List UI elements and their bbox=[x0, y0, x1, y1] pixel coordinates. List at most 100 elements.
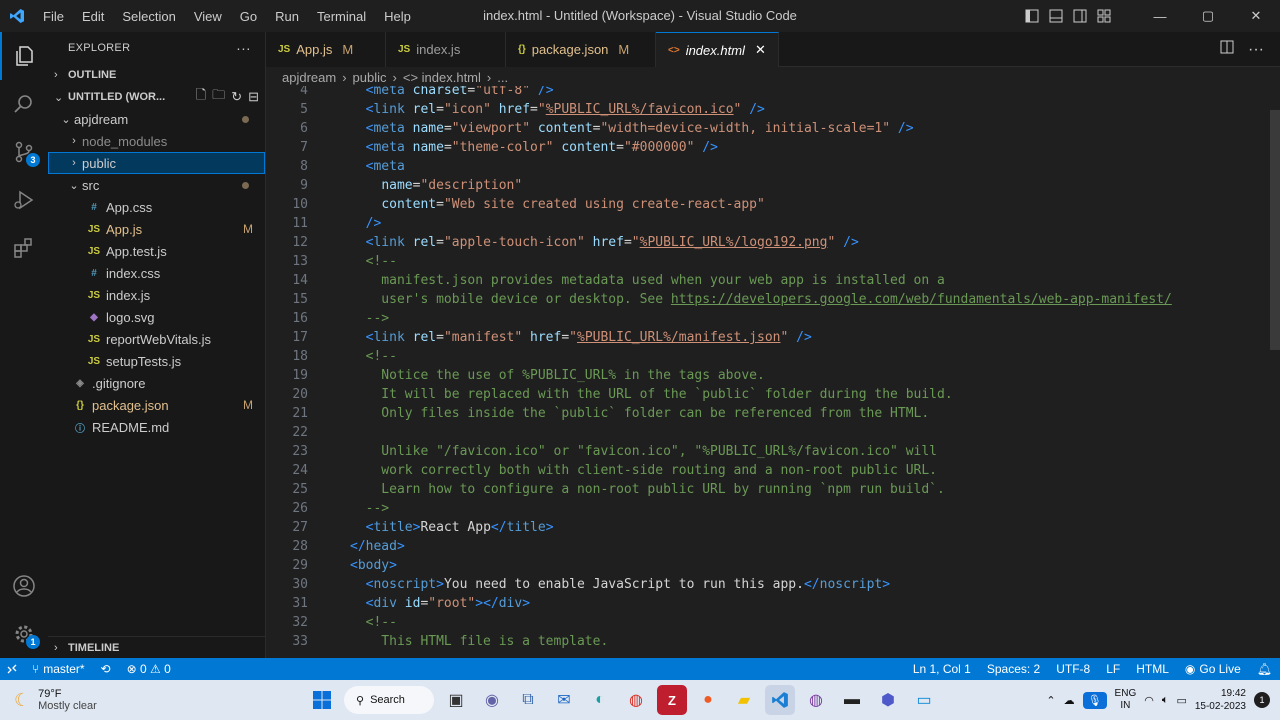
tab-package-json[interactable]: {} package.json M bbox=[506, 32, 656, 67]
timeline-section[interactable]: › TIMELINE bbox=[48, 636, 265, 658]
code-line[interactable]: 18 <!-- bbox=[266, 347, 1266, 366]
microphone-icon[interactable]: 🎙︎ bbox=[1082, 691, 1107, 709]
file-item[interactable]: JS App.js M bbox=[48, 218, 265, 240]
new-folder-icon[interactable]: 🗀 bbox=[212, 86, 225, 108]
code-line[interactable]: 20 It will be replaced with the URL of t… bbox=[266, 385, 1266, 404]
problems-indicator[interactable]: ⊗ 0 ⚠ 0 bbox=[119, 658, 179, 680]
code-line[interactable]: 11 /> bbox=[266, 214, 1266, 233]
vscode-taskbar-icon[interactable] bbox=[765, 685, 795, 715]
sticky-notes-icon[interactable]: ▰ bbox=[729, 685, 759, 715]
editor-scrollbar[interactable] bbox=[1270, 110, 1280, 350]
code-line[interactable]: 21 Only files inside the `public` folder… bbox=[266, 404, 1266, 423]
code-line[interactable]: 8 <meta bbox=[266, 157, 1266, 176]
volume-icon[interactable]: 🔈︎ bbox=[1162, 694, 1169, 707]
toggle-primary-sidebar-icon[interactable] bbox=[1020, 0, 1044, 32]
filezilla-icon[interactable]: Z bbox=[657, 685, 687, 715]
outline-section[interactable]: › OUTLINE bbox=[48, 64, 265, 86]
clock[interactable]: 19:42 15-02-2023 bbox=[1195, 687, 1246, 713]
file-item[interactable]: # App.css bbox=[48, 196, 265, 218]
go-live-button[interactable]: ◉ Go Live bbox=[1177, 658, 1249, 680]
more-editor-actions-icon[interactable]: ··· bbox=[1248, 41, 1264, 59]
notifications-bell-icon[interactable]: 🔔︎ bbox=[1249, 658, 1280, 680]
code-line[interactable]: 14 manifest.json provides metadata used … bbox=[266, 271, 1266, 290]
code-line[interactable]: 4 <meta charset="utf-8" /> bbox=[266, 86, 1266, 100]
menu-selection[interactable]: Selection bbox=[113, 9, 184, 24]
code-line[interactable]: 13 <!-- bbox=[266, 252, 1266, 271]
folder-item[interactable]: ⌄ apjdream bbox=[48, 108, 265, 130]
code-line[interactable]: 6 <meta name="viewport" content="width=d… bbox=[266, 119, 1266, 138]
code-line[interactable]: 19 Notice the use of %PUBLIC_URL% in the… bbox=[266, 366, 1266, 385]
code-line[interactable]: 25 Learn how to configure a non-root pub… bbox=[266, 480, 1266, 499]
close-window-button[interactable]: ✕ bbox=[1232, 0, 1280, 32]
weather-widget[interactable]: ☾ 79°F Mostly clear bbox=[0, 688, 200, 712]
chrome-profile-icon[interactable]: ◍ bbox=[801, 685, 831, 715]
tab-index-js[interactable]: JS index.js bbox=[386, 32, 506, 67]
breadcrumb-item[interactable]: apjdream bbox=[282, 70, 336, 85]
code-line[interactable]: 30 <noscript>You need to enable JavaScri… bbox=[266, 575, 1266, 594]
maximize-button[interactable]: ▢ bbox=[1184, 0, 1232, 32]
wifi-icon[interactable]: ◠ bbox=[1144, 694, 1154, 707]
file-item[interactable]: JS reportWebVitals.js bbox=[48, 328, 265, 350]
minimize-button[interactable]: — bbox=[1136, 0, 1184, 32]
chrome-icon[interactable]: ◍ bbox=[621, 685, 651, 715]
end-of-line[interactable]: LF bbox=[1098, 658, 1128, 680]
folder-item[interactable]: › node_modules bbox=[48, 130, 265, 152]
folder-item[interactable]: › public bbox=[48, 152, 265, 174]
manage-gear-icon[interactable]: 1 bbox=[0, 610, 48, 658]
code-line[interactable]: 9 name="description" bbox=[266, 176, 1266, 195]
source-control-icon[interactable]: 3 bbox=[0, 128, 48, 176]
teams-chat-icon[interactable]: ◉ bbox=[477, 685, 507, 715]
tab-app-js[interactable]: JS App.js M bbox=[266, 32, 386, 67]
code-line[interactable]: 32 <!-- bbox=[266, 613, 1266, 632]
cursor-position[interactable]: Ln 1, Col 1 bbox=[905, 658, 979, 680]
code-line[interactable]: 10 content="Web site created using creat… bbox=[266, 195, 1266, 214]
code-line[interactable]: 28 </head> bbox=[266, 537, 1266, 556]
file-item[interactable]: JS App.test.js bbox=[48, 240, 265, 262]
indentation[interactable]: Spaces: 2 bbox=[979, 658, 1048, 680]
terminal-icon[interactable]: ▬ bbox=[837, 685, 867, 715]
close-tab-icon[interactable]: ✕ bbox=[755, 42, 766, 58]
show-hidden-icons[interactable]: ⌃ bbox=[1046, 694, 1055, 707]
code-line[interactable]: 23 Unlike "/favicon.ico" or "favicon.ico… bbox=[266, 442, 1266, 461]
code-line[interactable]: 31 <div id="root"></div> bbox=[266, 594, 1266, 613]
run-debug-icon[interactable] bbox=[0, 176, 48, 224]
code-line[interactable]: 26 --> bbox=[266, 499, 1266, 518]
menu-run[interactable]: Run bbox=[266, 9, 308, 24]
search-icon[interactable] bbox=[0, 80, 48, 128]
language-mode[interactable]: HTML bbox=[1128, 658, 1177, 680]
toggle-panel-icon[interactable] bbox=[1044, 0, 1068, 32]
task-view-icon[interactable]: ▣ bbox=[441, 685, 471, 715]
notification-center-icon[interactable]: 1 bbox=[1254, 692, 1270, 708]
file-item[interactable]: {} package.json M bbox=[48, 394, 265, 416]
customize-layout-icon[interactable] bbox=[1092, 0, 1116, 32]
code-line[interactable]: 15 user's mobile device or desktop. See … bbox=[266, 290, 1266, 309]
breadcrumb-item[interactable]: public bbox=[353, 70, 387, 85]
toggle-secondary-sidebar-icon[interactable] bbox=[1068, 0, 1092, 32]
onedrive-icon[interactable]: ☁ bbox=[1064, 694, 1075, 707]
menu-view[interactable]: View bbox=[185, 9, 231, 24]
menu-edit[interactable]: Edit bbox=[73, 9, 113, 24]
split-editor-icon[interactable] bbox=[1220, 40, 1234, 59]
code-line[interactable]: 5 <link rel="icon" href="%PUBLIC_URL%/fa… bbox=[266, 100, 1266, 119]
code-line[interactable]: 29 <body> bbox=[266, 556, 1266, 575]
teams-icon[interactable]: ⬢ bbox=[873, 685, 903, 715]
file-item[interactable]: ◆ logo.svg bbox=[48, 306, 265, 328]
workspace-section[interactable]: ⌄ UNTITLED (WOR... 🗋 🗀 ↻ ⊟ bbox=[48, 86, 265, 108]
menu-terminal[interactable]: Terminal bbox=[308, 9, 375, 24]
network-app-icon[interactable]: ⧉ bbox=[513, 685, 543, 715]
mail-icon[interactable]: ✉ bbox=[549, 685, 579, 715]
taskbar-search[interactable]: ⚲ Search bbox=[344, 686, 434, 714]
extensions-icon[interactable] bbox=[0, 224, 48, 272]
explorer-icon[interactable] bbox=[0, 32, 48, 80]
start-button[interactable] bbox=[307, 685, 337, 715]
code-line[interactable]: 33 This HTML file is a template. bbox=[266, 632, 1266, 651]
code-line[interactable]: 22 bbox=[266, 423, 1266, 442]
screen-record-icon[interactable]: ▭ bbox=[909, 685, 939, 715]
folder-item[interactable]: ⌄ src bbox=[48, 174, 265, 196]
code-line[interactable]: 17 <link rel="manifest" href="%PUBLIC_UR… bbox=[266, 328, 1266, 347]
code-line[interactable]: 12 <link rel="apple-touch-icon" href="%P… bbox=[266, 233, 1266, 252]
menu-go[interactable]: Go bbox=[231, 9, 266, 24]
file-item[interactable]: JS setupTests.js bbox=[48, 350, 265, 372]
tab-index-html[interactable]: <> index.html ✕ bbox=[656, 32, 779, 67]
breadcrumb-item[interactable]: ... bbox=[497, 70, 508, 85]
